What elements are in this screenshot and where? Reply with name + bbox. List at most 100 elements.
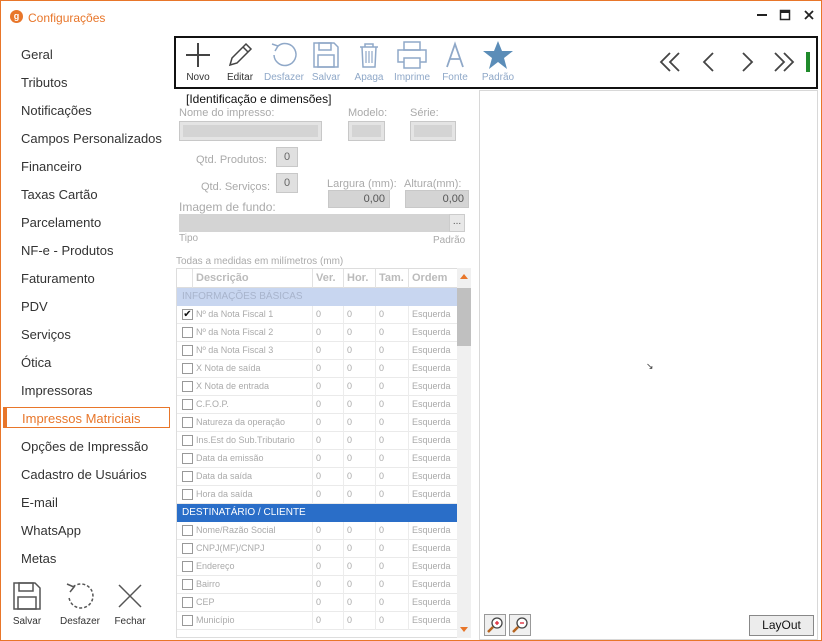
sidebar-item-impressos-matriciais[interactable]: Impressos Matriciais bbox=[3, 407, 170, 428]
row-checkbox[interactable] bbox=[182, 489, 193, 500]
table-row[interactable]: Nº da Nota Fiscal 3 0 0 0 Esquerda bbox=[177, 342, 458, 360]
grid-cell-hor[interactable]: 0 bbox=[344, 450, 376, 468]
previous-record-button[interactable] bbox=[694, 48, 724, 76]
sidebar-item-campos-personalizados[interactable]: Campos Personalizados bbox=[3, 128, 170, 149]
new-button[interactable]: Novo bbox=[176, 40, 220, 88]
grid-cell-tam[interactable]: 0 bbox=[376, 450, 409, 468]
table-row[interactable]: Bairro 0 0 0 Esquerda bbox=[177, 576, 458, 594]
row-checkbox[interactable] bbox=[182, 597, 193, 608]
grid-cell-ordem[interactable]: Esquerda bbox=[409, 486, 458, 504]
grid-cell-tam[interactable]: 0 bbox=[376, 522, 409, 540]
grid-cell-ordem[interactable]: Esquerda bbox=[409, 360, 458, 378]
sidebar-item-tributos[interactable]: Tributos bbox=[3, 72, 170, 93]
grid-scrollbar[interactable] bbox=[457, 268, 471, 638]
table-row[interactable]: Natureza da operação 0 0 0 Esquerda bbox=[177, 414, 458, 432]
grid-cell-hor[interactable]: 0 bbox=[344, 378, 376, 396]
table-row[interactable]: CNPJ(MF)/CNPJ 0 0 0 Esquerda bbox=[177, 540, 458, 558]
grid-cell-hor[interactable]: 0 bbox=[344, 522, 376, 540]
grid-cell-hor[interactable]: 0 bbox=[344, 306, 376, 324]
grid-cell-ordem[interactable]: Esquerda bbox=[409, 540, 458, 558]
sidebar-item-faturamento[interactable]: Faturamento bbox=[3, 268, 170, 289]
grid-cell-ordem[interactable]: Esquerda bbox=[409, 612, 458, 630]
grid-cell-ordem[interactable]: Esquerda bbox=[409, 522, 458, 540]
grid-cell-hor[interactable]: 0 bbox=[344, 612, 376, 630]
sidebar-undo-button[interactable]: Desfazer bbox=[55, 580, 105, 638]
grid-header-hor[interactable]: Hor. bbox=[344, 269, 376, 288]
grid-cell-ver[interactable]: 0 bbox=[313, 360, 344, 378]
grid-cell-ver[interactable]: 0 bbox=[313, 306, 344, 324]
grid-cell-tam[interactable]: 0 bbox=[376, 468, 409, 486]
name-input[interactable] bbox=[179, 121, 322, 141]
scroll-thumb[interactable] bbox=[457, 288, 471, 346]
sidebar-item-metas[interactable]: Metas bbox=[3, 548, 170, 569]
first-record-button[interactable] bbox=[656, 48, 686, 76]
grid-cell-hor[interactable]: 0 bbox=[344, 396, 376, 414]
grid-cell-ordem[interactable]: Esquerda bbox=[409, 414, 458, 432]
grid-cell-hor[interactable]: 0 bbox=[344, 576, 376, 594]
grid-cell-ordem[interactable]: Esquerda bbox=[409, 306, 458, 324]
row-checkbox[interactable] bbox=[182, 453, 193, 464]
model-input[interactable] bbox=[348, 121, 385, 141]
grid-cell-hor[interactable]: 0 bbox=[344, 486, 376, 504]
sidebar-item-email[interactable]: E-mail bbox=[3, 492, 170, 513]
default-button[interactable]: Padrão bbox=[476, 40, 520, 88]
toolbar-undo-button[interactable]: Desfazer bbox=[262, 40, 306, 88]
grid-cell-tam[interactable]: 0 bbox=[376, 378, 409, 396]
grid-cell-tam[interactable]: 0 bbox=[376, 396, 409, 414]
sidebar-item-whatsapp[interactable]: WhatsApp bbox=[3, 520, 170, 541]
sidebar-item-servicos[interactable]: Serviços bbox=[3, 324, 170, 345]
table-row[interactable]: Nome/Razão Social 0 0 0 Esquerda bbox=[177, 522, 458, 540]
minimize-button[interactable] bbox=[752, 4, 772, 24]
close-button[interactable] bbox=[799, 7, 819, 27]
font-button[interactable]: Fonte bbox=[433, 40, 477, 88]
grid-cell-tam[interactable]: 0 bbox=[376, 414, 409, 432]
sidebar-item-cadastro-usuarios[interactable]: Cadastro de Usuários bbox=[3, 464, 170, 485]
row-checkbox[interactable] bbox=[182, 417, 193, 428]
grid-cell-tam[interactable]: 0 bbox=[376, 360, 409, 378]
row-checkbox[interactable] bbox=[182, 345, 193, 356]
height-input[interactable]: 0,00 bbox=[405, 190, 469, 208]
layout-canvas[interactable]: ↘ LayOut bbox=[479, 90, 818, 640]
sidebar-item-parcelamento[interactable]: Parcelamento bbox=[3, 212, 170, 233]
table-row[interactable]: CEP 0 0 0 Esquerda bbox=[177, 594, 458, 612]
sidebar-item-geral[interactable]: Geral bbox=[3, 44, 170, 65]
row-checkbox[interactable] bbox=[182, 543, 193, 554]
table-row[interactable]: Município 0 0 0 Esquerda bbox=[177, 612, 458, 630]
grid-cell-ver[interactable]: 0 bbox=[313, 522, 344, 540]
sidebar-item-otica[interactable]: Ótica bbox=[3, 352, 170, 373]
grid-cell-tam[interactable]: 0 bbox=[376, 576, 409, 594]
row-checkbox[interactable]: ✔ bbox=[182, 309, 193, 320]
grid-cell-tam[interactable]: 0 bbox=[376, 342, 409, 360]
edit-button[interactable]: Editar bbox=[218, 40, 262, 88]
scroll-down-arrow-icon[interactable] bbox=[460, 627, 468, 632]
grid-cell-ordem[interactable]: Esquerda bbox=[409, 342, 458, 360]
delete-button[interactable]: Apaga bbox=[347, 40, 391, 88]
grid-cell-ordem[interactable]: Esquerda bbox=[409, 378, 458, 396]
row-checkbox[interactable] bbox=[182, 435, 193, 446]
sidebar-save-button[interactable]: Salvar bbox=[2, 580, 52, 638]
grid-cell-hor[interactable]: 0 bbox=[344, 414, 376, 432]
table-row[interactable]: Data da saída 0 0 0 Esquerda bbox=[177, 468, 458, 486]
grid-cell-hor[interactable]: 0 bbox=[344, 432, 376, 450]
table-row[interactable]: C.F.O.P. 0 0 0 Esquerda bbox=[177, 396, 458, 414]
last-record-button[interactable] bbox=[768, 48, 798, 76]
table-row[interactable]: X Nota de entrada 0 0 0 Esquerda bbox=[177, 378, 458, 396]
scroll-up-arrow-icon[interactable] bbox=[460, 274, 468, 279]
sidebar-close-button[interactable]: Fechar bbox=[105, 580, 155, 638]
row-checkbox[interactable] bbox=[182, 399, 193, 410]
sidebar-item-nfe-produtos[interactable]: NF-e - Produtos bbox=[3, 240, 170, 261]
sidebar-item-financeiro[interactable]: Financeiro bbox=[3, 156, 170, 177]
table-row[interactable]: ✔ Nº da Nota Fiscal 1 0 0 0 Esquerda bbox=[177, 306, 458, 324]
grid-cell-ordem[interactable]: Esquerda bbox=[409, 468, 458, 486]
grid-cell-ver[interactable]: 0 bbox=[313, 468, 344, 486]
table-row[interactable]: Data da emissão 0 0 0 Esquerda bbox=[177, 450, 458, 468]
grid-cell-ordem[interactable]: Esquerda bbox=[409, 324, 458, 342]
sidebar-item-taxas-cartao[interactable]: Taxas Cartão bbox=[3, 184, 170, 205]
grid-cell-ver[interactable]: 0 bbox=[313, 540, 344, 558]
grid-cell-tam[interactable]: 0 bbox=[376, 324, 409, 342]
grid-cell-hor[interactable]: 0 bbox=[344, 324, 376, 342]
grid-cell-ver[interactable]: 0 bbox=[313, 378, 344, 396]
toolbar-save-button[interactable]: Salvar bbox=[304, 40, 348, 88]
qty-services-input[interactable]: 0 bbox=[276, 173, 298, 193]
grid-cell-ver[interactable]: 0 bbox=[313, 576, 344, 594]
